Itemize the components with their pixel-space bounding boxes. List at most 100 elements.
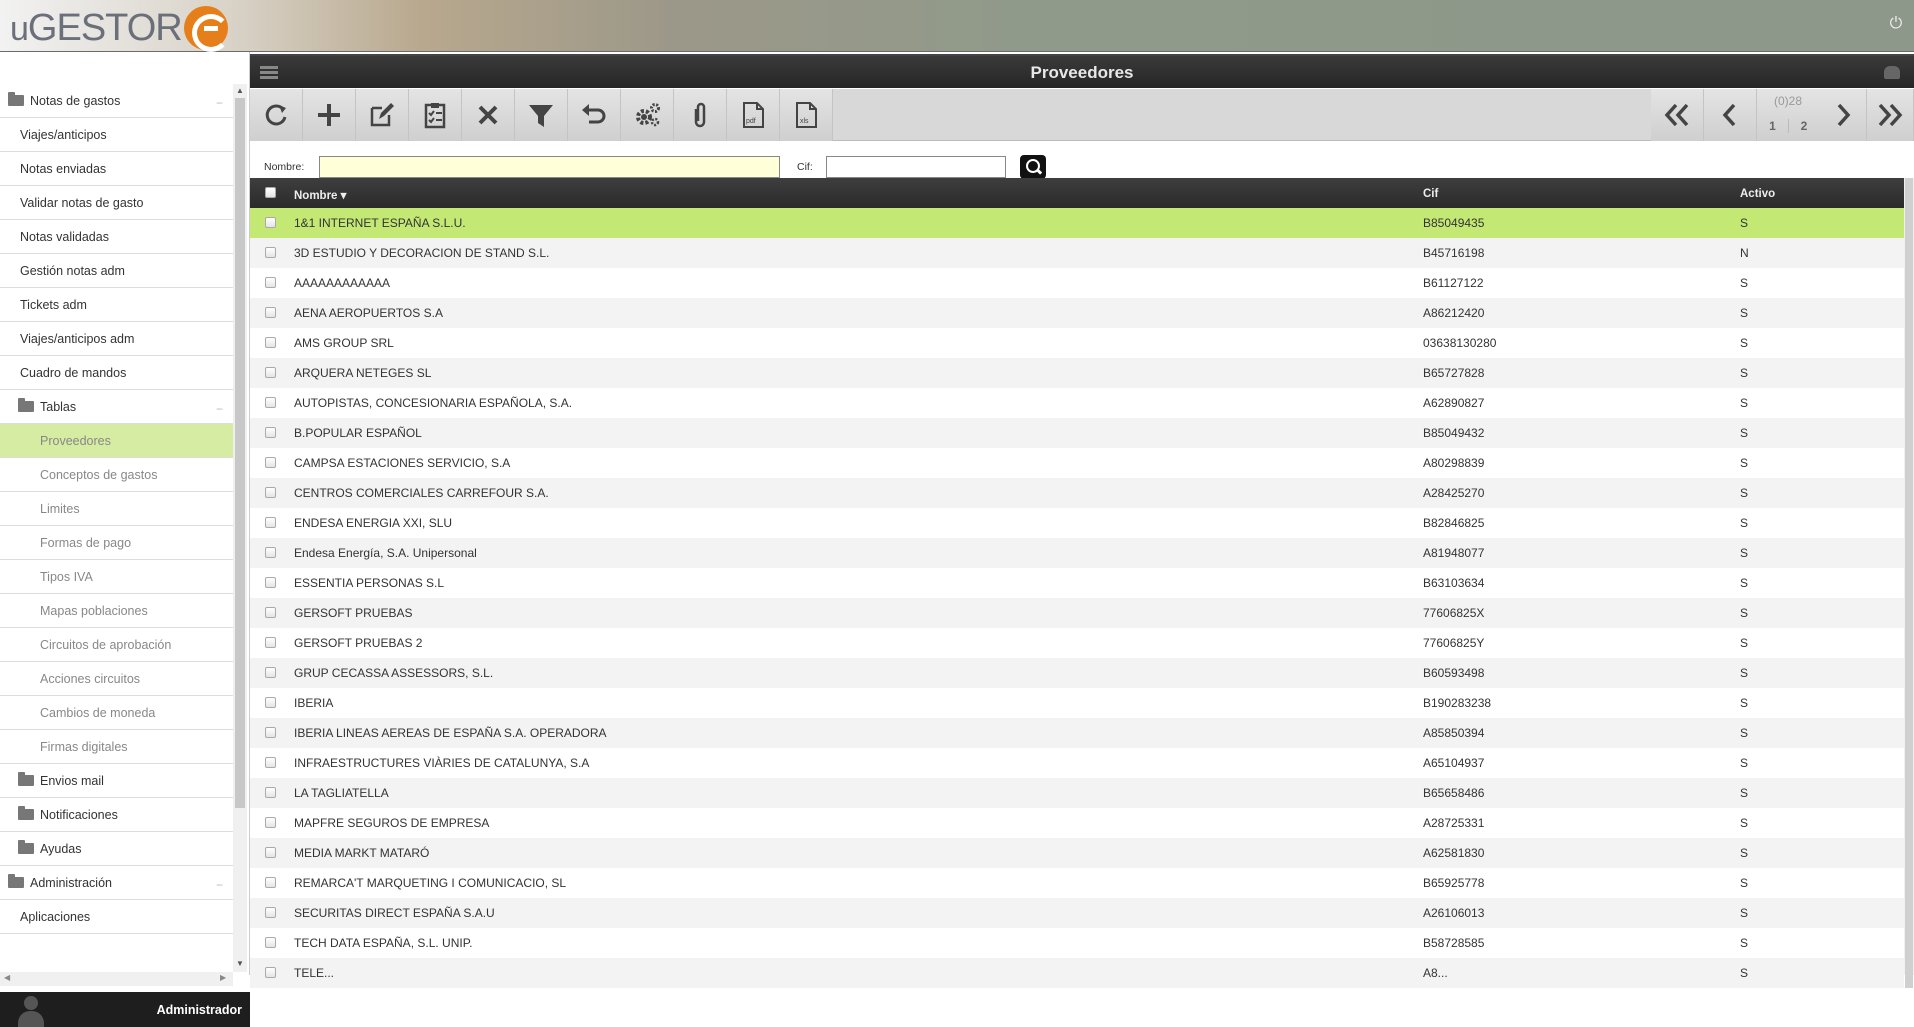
row-checkbox[interactable] [265, 337, 276, 348]
sidebar-item[interactable]: Viajes/anticipos [0, 118, 233, 152]
select-all-checkbox[interactable] [265, 187, 276, 198]
row-checkbox[interactable] [265, 847, 276, 858]
sidebar-item[interactable]: Aplicaciones [0, 900, 233, 934]
table-row[interactable]: IBERIA LINEAS AEREAS DE ESPAÑA S.A. OPER… [250, 718, 1904, 748]
sidebar-hscrollbar[interactable]: ◀ ▶ [0, 972, 233, 986]
table-row[interactable]: AENA AEROPUERTOS S.A A86212420 S [250, 298, 1904, 328]
row-checkbox[interactable] [265, 517, 276, 528]
table-row[interactable]: GERSOFT PRUEBAS 77606825X S [250, 598, 1904, 628]
table-row[interactable]: ENDESA ENERGIA XXI, SLU B82846825 S [250, 508, 1904, 538]
sidebar-item[interactable]: Tipos IVA [0, 560, 233, 594]
row-checkbox[interactable] [265, 307, 276, 318]
row-checkbox[interactable] [265, 277, 276, 288]
table-row[interactable]: ARQUERA NETEGES SL B65727828 S [250, 358, 1904, 388]
page-2-link[interactable]: 2 [1788, 119, 1819, 133]
row-checkbox[interactable] [265, 667, 276, 678]
row-checkbox[interactable] [265, 877, 276, 888]
table-row[interactable]: AMS GROUP SRL 03638130280 S [250, 328, 1904, 358]
row-checkbox[interactable] [265, 727, 276, 738]
row-checkbox[interactable] [265, 427, 276, 438]
last-page-button[interactable] [1867, 89, 1914, 141]
table-row[interactable]: B.POPULAR ESPAÑOL B85049432 S [250, 418, 1904, 448]
row-checkbox[interactable] [265, 817, 276, 828]
sidebar-scrollbar[interactable]: ▲ ▼ [233, 84, 247, 972]
table-row[interactable]: ESSENTIA PERSONAS S.L B63103634 S [250, 568, 1904, 598]
row-checkbox[interactable] [265, 367, 276, 378]
row-checkbox[interactable] [265, 637, 276, 648]
sidebar-item[interactable]: Formas de pago [0, 526, 233, 560]
sidebar-item[interactable]: Cambios de moneda [0, 696, 233, 730]
sidebar-item[interactable]: Administración − [0, 866, 233, 900]
validate-button[interactable] [409, 89, 462, 141]
sidebar-item[interactable]: Envios mail [0, 764, 233, 798]
table-row[interactable]: GERSOFT PRUEBAS 2 77606825Y S [250, 628, 1904, 658]
row-checkbox[interactable] [265, 697, 276, 708]
row-checkbox[interactable] [265, 487, 276, 498]
column-header-cif[interactable]: Cif [1423, 188, 1438, 200]
table-row[interactable]: INFRAESTRUCTURES VIÀRIES DE CATALUNYA, S… [250, 748, 1904, 778]
row-checkbox[interactable] [265, 937, 276, 948]
sidebar-item[interactable]: Tickets adm [0, 288, 233, 322]
attach-button[interactable] [674, 89, 727, 141]
column-header-nombre[interactable]: Nombre ▾ [294, 188, 346, 202]
row-checkbox[interactable] [265, 457, 276, 468]
table-row[interactable]: CENTROS COMERCIALES CARREFOUR S.A. A28425… [250, 478, 1904, 508]
first-page-button[interactable] [1651, 89, 1704, 141]
collapse-icon[interactable]: − [216, 878, 223, 892]
row-checkbox[interactable] [265, 787, 276, 798]
power-icon[interactable]: ⏻ [1888, 16, 1904, 32]
sidebar-item[interactable]: Ayudas [0, 832, 233, 866]
sidebar-item[interactable]: Notas validadas [0, 220, 233, 254]
row-checkbox[interactable] [265, 967, 276, 978]
sidebar-item[interactable]: Tablas − [0, 390, 233, 424]
table-row[interactable]: CAMPSA ESTACIONES SERVICIO, S.A A80298839… [250, 448, 1904, 478]
nombre-input[interactable] [319, 156, 780, 178]
sidebar-item[interactable]: Notificaciones [0, 798, 233, 832]
collapse-icon[interactable]: − [216, 96, 223, 110]
sidebar-item[interactable]: Firmas digitales [0, 730, 233, 764]
column-header-activo[interactable]: Activo [1740, 188, 1775, 200]
row-checkbox[interactable] [265, 217, 276, 228]
table-row[interactable]: TECH DATA ESPAÑA, S.L. UNIP. B58728585 S [250, 928, 1904, 958]
sidebar-item[interactable]: Viajes/anticipos adm [0, 322, 233, 356]
sidebar-item[interactable]: Proveedores [0, 424, 233, 458]
table-scrollbar[interactable] [1904, 178, 1914, 988]
table-row[interactable]: LA TAGLIATELLA B65658486 S [250, 778, 1904, 808]
next-page-button[interactable] [1819, 89, 1867, 141]
row-checkbox[interactable] [265, 907, 276, 918]
cif-input[interactable] [826, 156, 1006, 178]
refresh-button[interactable] [250, 89, 303, 141]
table-row[interactable]: AUTOPISTAS, CONCESIONARIA ESPAÑOLA, S.A.… [250, 388, 1904, 418]
delete-button[interactable] [462, 89, 515, 141]
sidebar-item[interactable]: Cuadro de mandos [0, 356, 233, 390]
table-row[interactable]: GRUP CECASSA ASSESSORS, S.L. B60593498 S [250, 658, 1904, 688]
sidebar-item[interactable]: Gestión notas adm [0, 254, 233, 288]
table-row[interactable]: 1&1 INTERNET ESPAÑA S.L.U. B85049435 S [250, 208, 1904, 238]
table-row[interactable]: MAPFRE SEGUROS DE EMPRESA A28725331 S [250, 808, 1904, 838]
table-row[interactable]: REMARCA'T MARQUETING I COMUNICACIO, SL B6… [250, 868, 1904, 898]
table-row[interactable]: SECURITAS DIRECT ESPAÑA S.A.U A26106013 S [250, 898, 1904, 928]
sidebar-item[interactable]: Limites [0, 492, 233, 526]
table-row[interactable]: MEDIA MARKT MATARÓ A62581830 S [250, 838, 1904, 868]
settings-button[interactable] [621, 89, 674, 141]
table-row[interactable]: 3D ESTUDIO Y DECORACION DE STAND S.L. B45… [250, 238, 1904, 268]
row-checkbox[interactable] [265, 397, 276, 408]
filter-button[interactable] [515, 89, 568, 141]
sidebar-item[interactable]: Notas enviadas [0, 152, 233, 186]
sidebar-item[interactable]: Conceptos de gastos [0, 458, 233, 492]
row-checkbox[interactable] [265, 757, 276, 768]
table-row[interactable]: TELE... A8... S [250, 958, 1904, 988]
sidebar-item[interactable]: Notas de gastos − [0, 84, 233, 118]
sidebar-item[interactable]: Acciones circuitos [0, 662, 233, 696]
collapse-icon[interactable]: − [216, 402, 223, 416]
edit-button[interactable] [356, 89, 409, 141]
pdf-button[interactable]: pdf [727, 89, 780, 141]
sidebar-item[interactable]: Circuitos de aprobación [0, 628, 233, 662]
page-1-link[interactable]: 1 [1757, 119, 1788, 133]
row-checkbox[interactable] [265, 577, 276, 588]
table-row[interactable]: IBERIA B190283238 S [250, 688, 1904, 718]
android-icon[interactable] [1884, 66, 1900, 79]
row-checkbox[interactable] [265, 607, 276, 618]
row-checkbox[interactable] [265, 547, 276, 558]
xls-button[interactable]: xls [780, 89, 833, 141]
